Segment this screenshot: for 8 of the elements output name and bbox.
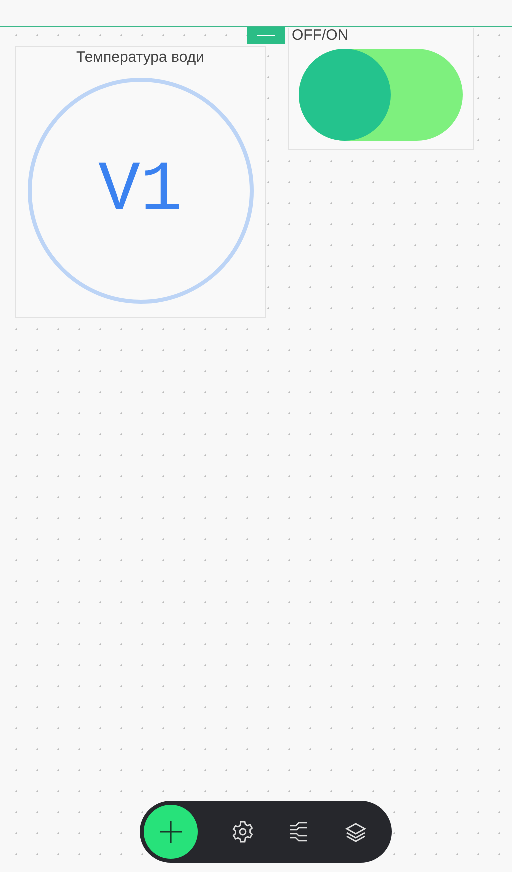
gauge-title: Температура води <box>76 49 204 66</box>
gauge-value: V1 <box>98 152 182 230</box>
add-button[interactable] <box>144 805 198 859</box>
plus-icon <box>158 819 184 845</box>
switch-label: OFF/ON <box>292 27 349 44</box>
settings-icon[interactable] <box>230 820 255 844</box>
drag-handle[interactable] <box>247 27 285 44</box>
gauge-widget[interactable]: Температура води V1 <box>15 46 266 318</box>
